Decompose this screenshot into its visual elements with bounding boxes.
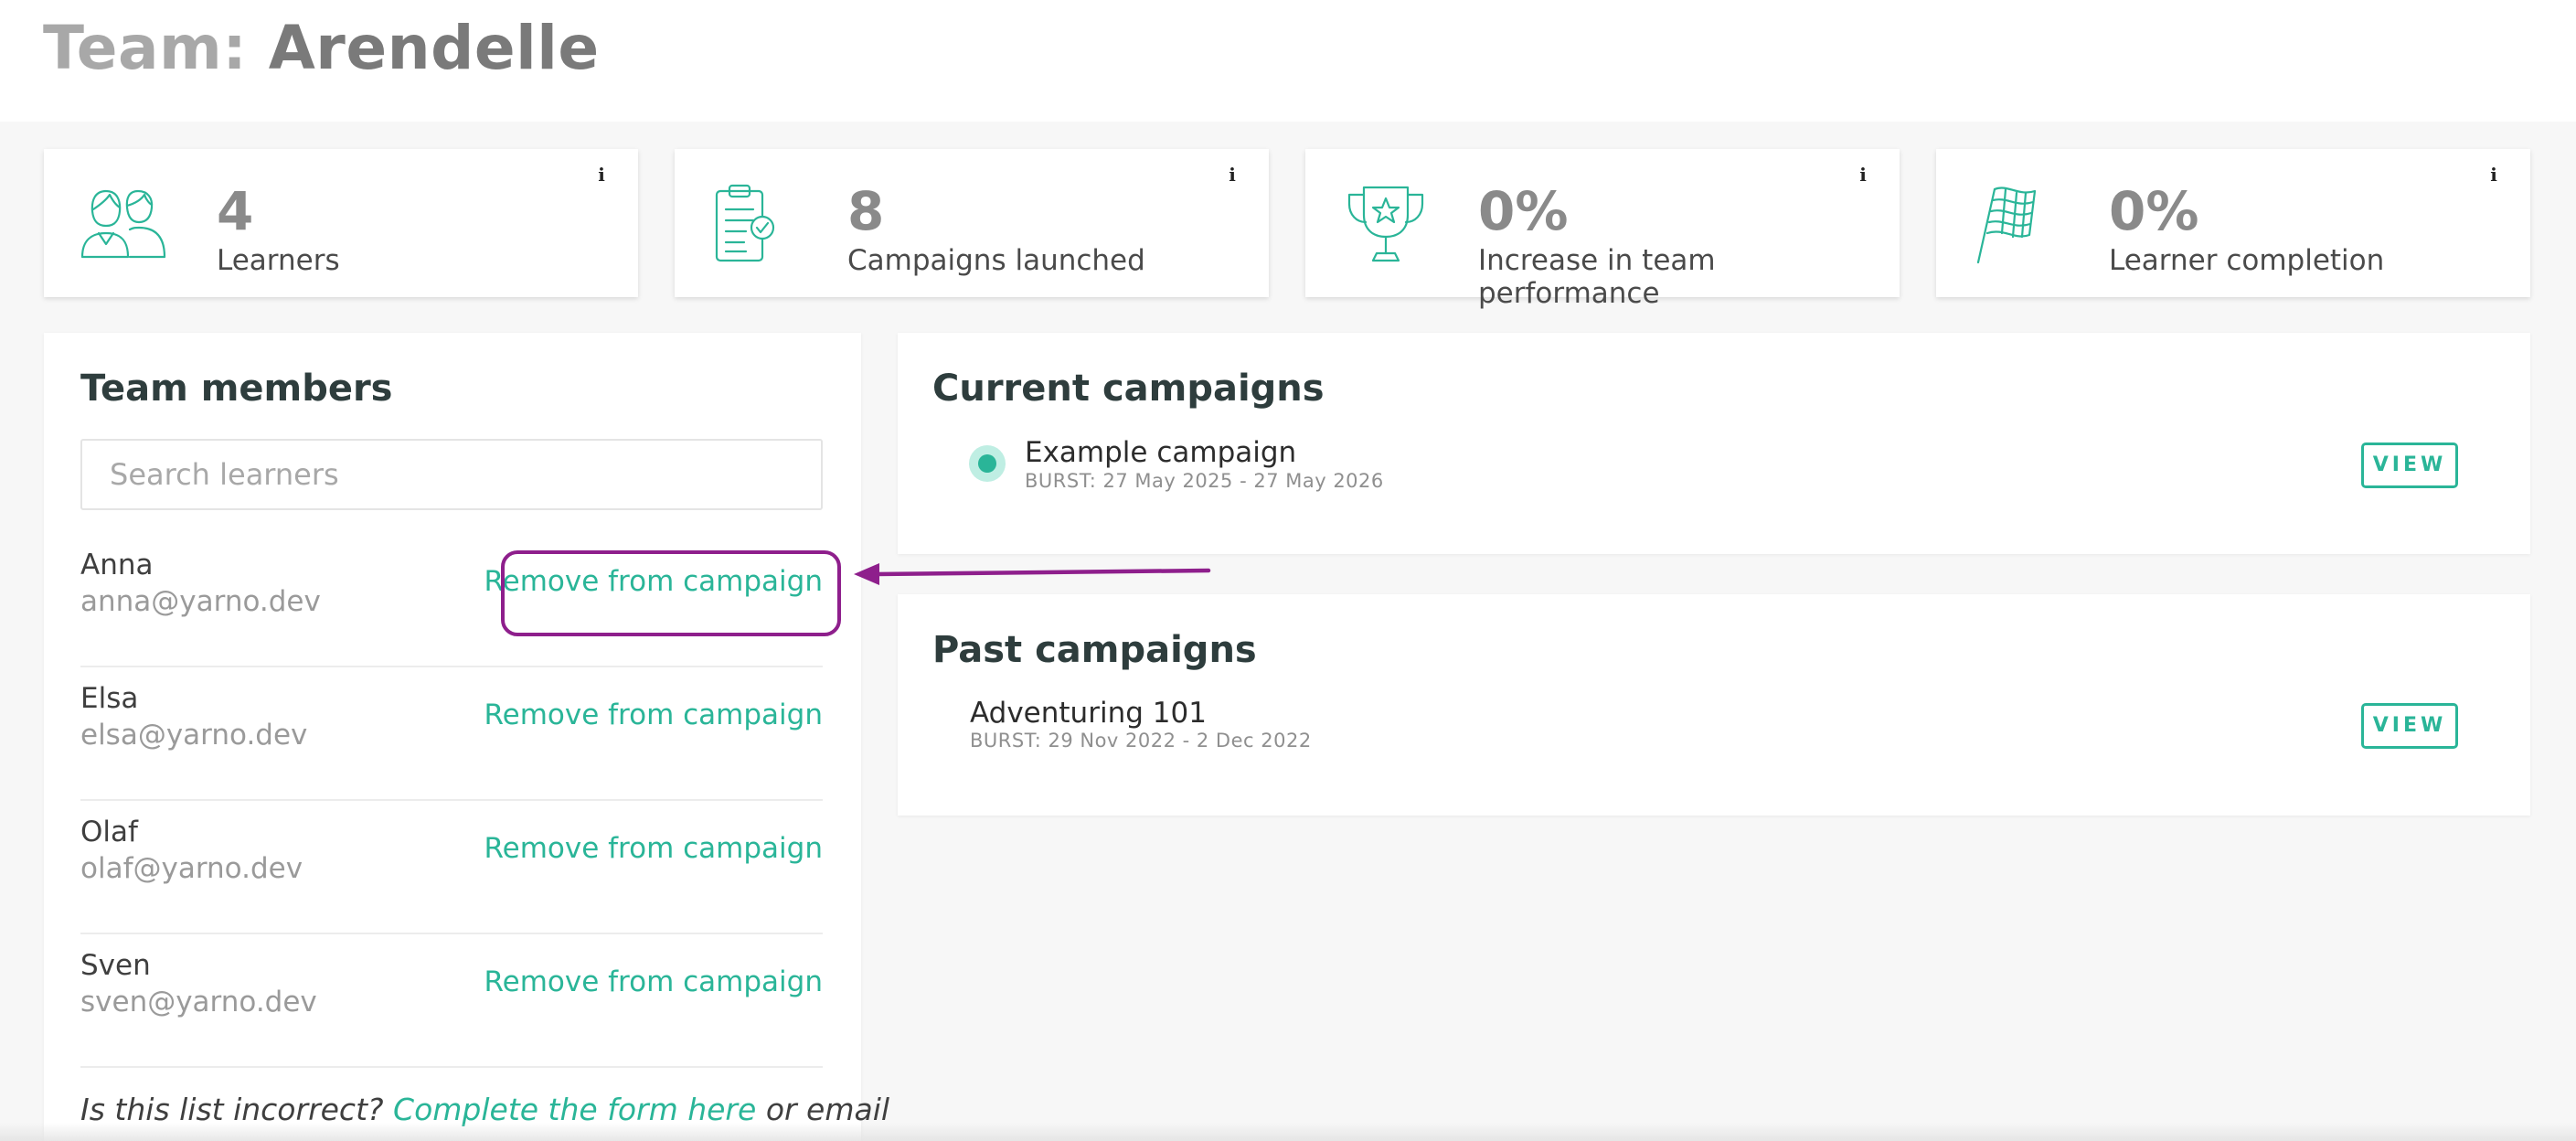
- stat-value: 4: [217, 180, 254, 242]
- stat-card-campaigns: 8 Campaigns launched i: [675, 149, 1269, 297]
- stat-label: Increase in team performance: [1478, 244, 1716, 310]
- current-campaigns-panel: Current campaigns Example campaign BURST…: [898, 333, 2530, 554]
- team-members-title: Team members: [80, 368, 393, 410]
- annotation-highlight-box: [501, 550, 841, 636]
- page-title: Team: Arendelle: [43, 13, 600, 83]
- stat-value: 0%: [2109, 180, 2199, 242]
- member-email: sven@yarno.dev: [80, 986, 317, 1018]
- member-name: Olaf: [80, 816, 138, 848]
- clipboard-check-icon: [715, 184, 775, 262]
- stat-card-performance: 0% Increase in team performance i: [1305, 149, 1900, 310]
- campaign-meta: BURST: 29 Nov 2022 - 2 Dec 2022: [970, 730, 1312, 752]
- stat-label: Campaigns launched: [847, 244, 1145, 277]
- page-title-prefix: Team:: [43, 13, 248, 83]
- stat-label: Learners: [217, 244, 340, 277]
- stat-value: 0%: [1478, 180, 1569, 242]
- campaign-name: Example campaign: [1025, 436, 1297, 469]
- member-email: anna@yarno.dev: [80, 585, 321, 618]
- remove-from-campaign-link[interactable]: Remove from campaign: [484, 698, 823, 731]
- search-input[interactable]: [80, 439, 823, 510]
- campaign-name: Adventuring 101: [970, 697, 1207, 730]
- member-email: elsa@yarno.dev: [80, 719, 308, 752]
- remove-from-campaign-link[interactable]: Remove from campaign: [484, 965, 823, 998]
- annotation-arrow-icon: [854, 563, 1211, 585]
- checkered-flag-icon: [1976, 187, 2037, 264]
- current-campaigns-title: Current campaigns: [932, 368, 1325, 410]
- team-members-panel: Team members Anna anna@yarno.dev Remove …: [44, 333, 889, 1141]
- member-row: Sven sven@yarno.dev Remove from campaign: [80, 934, 823, 1068]
- member-name: Elsa: [80, 682, 139, 715]
- member-row: Elsa elsa@yarno.dev Remove from campaign: [80, 667, 823, 801]
- view-button[interactable]: VIEW: [2361, 703, 2458, 749]
- past-campaigns-panel: Past campaigns Adventuring 101 BURST: 29…: [898, 594, 2530, 816]
- stat-label: Learner completion: [2109, 244, 2385, 277]
- stat-card-completion: 0% Learner completion i: [1936, 149, 2530, 297]
- info-icon[interactable]: i: [2485, 164, 2503, 187]
- active-status-icon: [969, 445, 1006, 482]
- bottom-shadow: [0, 1123, 2576, 1141]
- stat-value: 8: [847, 180, 885, 242]
- team-name: Arendelle: [268, 13, 600, 83]
- page-header: Team: Arendelle: [0, 0, 2576, 122]
- info-icon[interactable]: i: [1854, 164, 1872, 187]
- learners-icon: [80, 189, 166, 259]
- view-button[interactable]: VIEW: [2361, 443, 2458, 488]
- trophy-icon: [1347, 186, 1424, 262]
- member-email: olaf@yarno.dev: [80, 852, 303, 885]
- info-icon[interactable]: i: [1223, 164, 1241, 187]
- member-name: Sven: [80, 949, 151, 982]
- member-name: Anna: [80, 549, 154, 581]
- campaign-meta: BURST: 27 May 2025 - 27 May 2026: [1025, 470, 1384, 492]
- remove-from-campaign-link[interactable]: Remove from campaign: [484, 832, 823, 865]
- info-icon[interactable]: i: [592, 164, 611, 187]
- past-campaigns-title: Past campaigns: [932, 629, 1257, 671]
- stat-card-learners: 4 Learners i: [44, 149, 638, 297]
- member-row: Olaf olaf@yarno.dev Remove from campaign: [80, 801, 823, 934]
